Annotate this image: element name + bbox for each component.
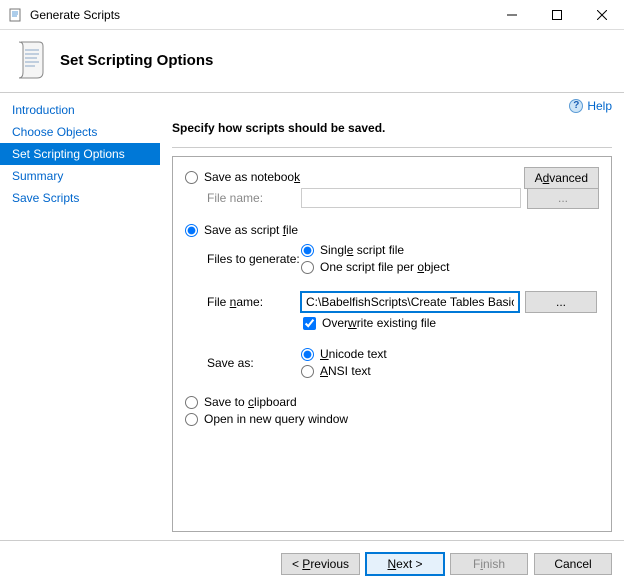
ansi-text-option[interactable]: ANSI text bbox=[301, 364, 387, 378]
script-browse-button[interactable]: ... bbox=[525, 291, 597, 313]
unicode-text-radio[interactable] bbox=[301, 348, 314, 361]
script-filename-label: File name: bbox=[207, 295, 301, 309]
overwrite-checkbox[interactable] bbox=[303, 317, 316, 330]
previous-button[interactable]: < Previous bbox=[281, 553, 360, 575]
notebook-filename-input bbox=[301, 188, 521, 208]
save-to-clipboard-label: Save to clipboard bbox=[204, 395, 297, 409]
save-as-script-file-label: Save as script file bbox=[204, 223, 298, 237]
save-to-clipboard-radio[interactable] bbox=[185, 396, 198, 409]
help-icon: ? bbox=[569, 99, 583, 113]
section-heading: Specify how scripts should be saved. bbox=[172, 121, 612, 135]
notebook-filename-label: File name: bbox=[207, 191, 301, 205]
ansi-text-radio[interactable] bbox=[301, 365, 314, 378]
open-in-new-query-radio[interactable] bbox=[185, 413, 198, 426]
overwrite-label: Overwrite existing file bbox=[322, 316, 436, 330]
window-title: Generate Scripts bbox=[30, 8, 489, 22]
save-as-notebook-label: Save as notebook bbox=[204, 170, 300, 184]
overwrite-option[interactable]: Overwrite existing file bbox=[303, 316, 599, 330]
page-title: Set Scripting Options bbox=[60, 52, 213, 69]
save-as-notebook-radio[interactable] bbox=[185, 171, 198, 184]
divider bbox=[172, 147, 612, 148]
titlebar: Generate Scripts bbox=[0, 0, 624, 30]
nav-introduction[interactable]: Introduction bbox=[0, 99, 160, 121]
unicode-text-option[interactable]: Unicode text bbox=[301, 347, 387, 361]
nav-summary[interactable]: Summary bbox=[0, 165, 160, 187]
single-script-file-label: Single script file bbox=[320, 243, 404, 257]
open-in-new-query-label: Open in new query window bbox=[204, 412, 348, 426]
help-label: Help bbox=[587, 99, 612, 113]
close-button[interactable] bbox=[579, 0, 624, 29]
next-button[interactable]: Next > bbox=[366, 553, 444, 575]
wizard-header: Set Scripting Options bbox=[0, 30, 624, 92]
notebook-browse-button: ... bbox=[527, 187, 599, 209]
advanced-button[interactable]: Advanced bbox=[524, 167, 599, 189]
one-file-per-object-option[interactable]: One script file per object bbox=[301, 260, 449, 274]
wizard-nav: Introduction Choose Objects Set Scriptin… bbox=[0, 93, 160, 540]
content-area: ? Help Specify how scripts should be sav… bbox=[160, 93, 624, 540]
single-script-file-radio[interactable] bbox=[301, 244, 314, 257]
one-file-per-object-label: One script file per object bbox=[320, 260, 449, 274]
ansi-text-label: ANSI text bbox=[320, 364, 371, 378]
save-as-encoding-label: Save as: bbox=[207, 356, 301, 370]
nav-save-scripts[interactable]: Save Scripts bbox=[0, 187, 160, 209]
single-script-file-option[interactable]: Single script file bbox=[301, 243, 449, 257]
script-filename-input[interactable] bbox=[301, 292, 519, 312]
options-panel: Advanced Save as notebook File name: ...… bbox=[172, 156, 612, 532]
save-as-script-file-option[interactable]: Save as script file bbox=[185, 223, 599, 237]
files-to-generate-label: Files to generate: bbox=[207, 252, 301, 266]
wizard-body: Introduction Choose Objects Set Scriptin… bbox=[0, 92, 624, 540]
one-file-per-object-radio[interactable] bbox=[301, 261, 314, 274]
open-in-new-query-option[interactable]: Open in new query window bbox=[185, 412, 599, 426]
script-icon bbox=[14, 40, 50, 80]
save-as-script-file-radio[interactable] bbox=[185, 224, 198, 237]
window-controls bbox=[489, 0, 624, 29]
cancel-button[interactable]: Cancel bbox=[534, 553, 612, 575]
app-icon bbox=[8, 7, 24, 23]
save-to-clipboard-option[interactable]: Save to clipboard bbox=[185, 395, 599, 409]
minimize-button[interactable] bbox=[489, 0, 534, 29]
wizard-footer: < Previous Next > Finish Cancel bbox=[0, 540, 624, 586]
help-link[interactable]: ? Help bbox=[569, 99, 612, 113]
nav-choose-objects[interactable]: Choose Objects bbox=[0, 121, 160, 143]
nav-set-scripting-options[interactable]: Set Scripting Options bbox=[0, 143, 160, 165]
maximize-button[interactable] bbox=[534, 0, 579, 29]
unicode-text-label: Unicode text bbox=[320, 347, 387, 361]
finish-button: Finish bbox=[450, 553, 528, 575]
